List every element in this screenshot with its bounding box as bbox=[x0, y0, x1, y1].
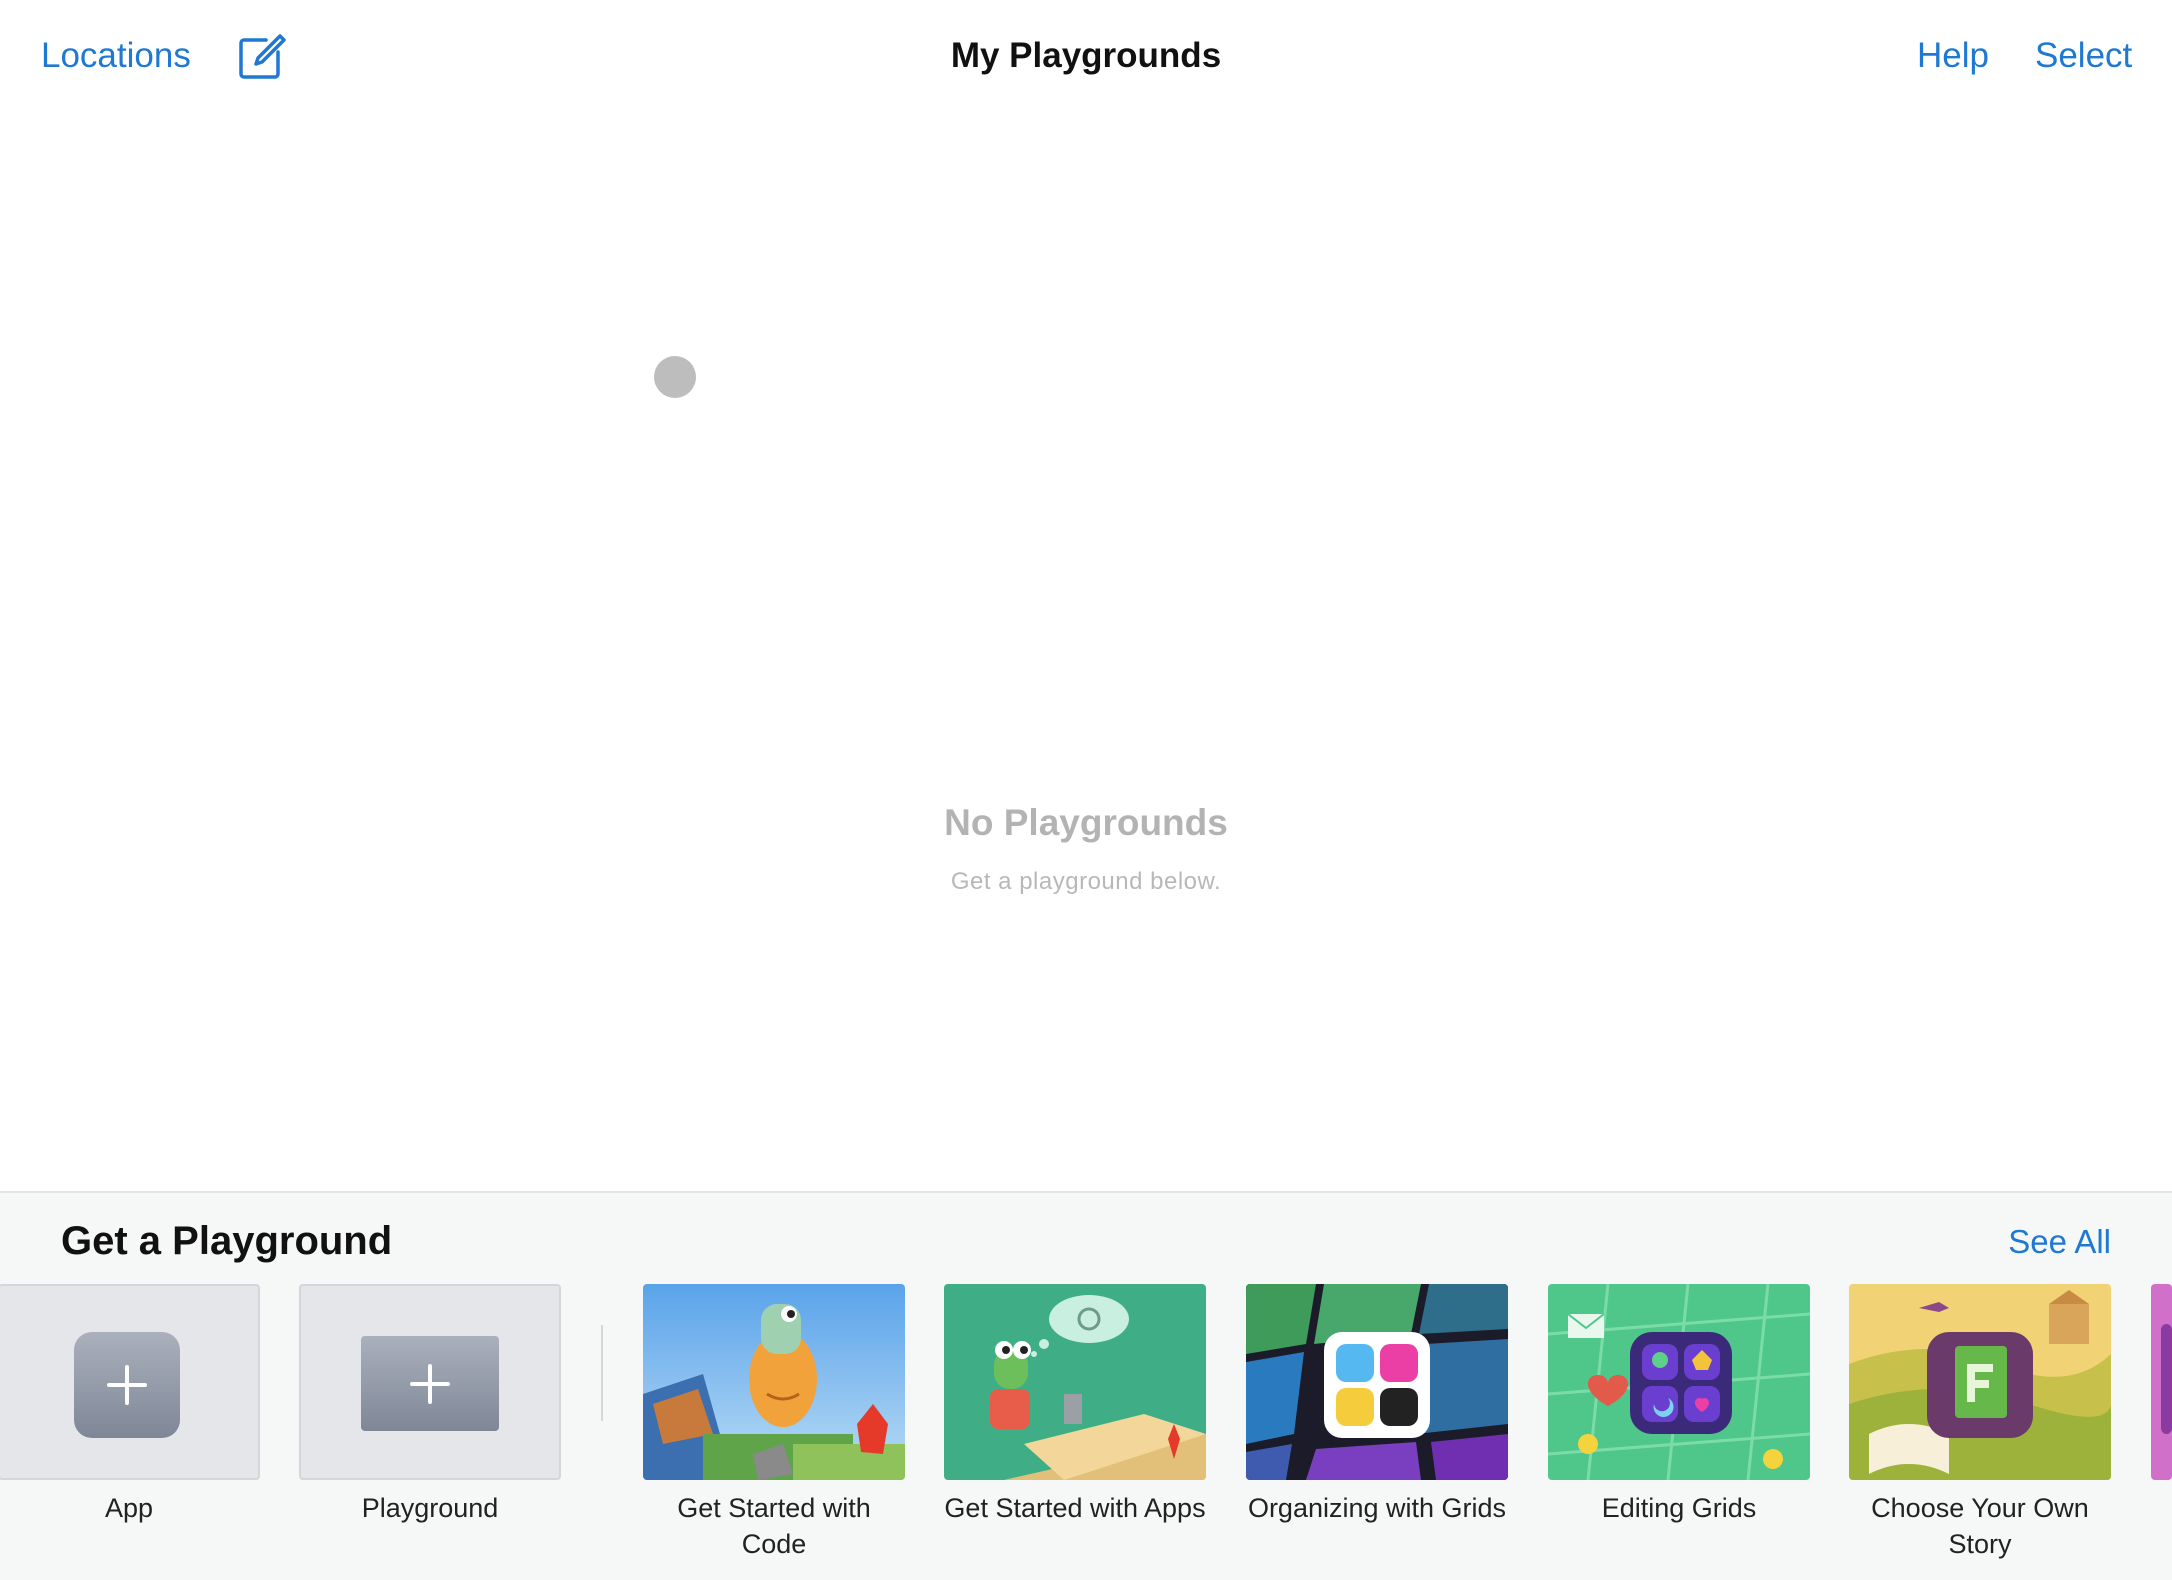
story-book-thumbnail bbox=[1849, 1284, 2111, 1480]
see-all-button[interactable]: See All bbox=[2008, 1223, 2111, 1261]
shelf-divider bbox=[601, 1325, 603, 1421]
empty-state-subtitle: Get a playground below. bbox=[950, 868, 1222, 895]
app-thumbnail bbox=[0, 1284, 260, 1480]
plus-icon bbox=[361, 1336, 499, 1431]
page-title: My Playgrounds bbox=[950, 36, 1222, 75]
code-character-thumbnail bbox=[643, 1284, 905, 1480]
shelf-title: Get a Playground bbox=[61, 1219, 393, 1263]
empty-state-title: No Playgrounds bbox=[944, 802, 1228, 843]
playground-thumbnail bbox=[299, 1284, 561, 1480]
editing-grids-thumbnail bbox=[1548, 1284, 1810, 1480]
next-thumbnail bbox=[2151, 1284, 2172, 1480]
template-editing-grids[interactable]: Editing Grids bbox=[1548, 1284, 1810, 1526]
select-button[interactable]: Select bbox=[2035, 34, 2132, 78]
get-a-playground-shelf: Get a Playground See All App Playground bbox=[0, 1191, 2172, 1580]
template-label: Choose Your Own Story bbox=[1871, 1493, 2089, 1559]
template-label: Editing Grids bbox=[1601, 1493, 1757, 1523]
template-label: Organizing with Grids bbox=[1247, 1493, 1507, 1523]
template-label: App bbox=[104, 1493, 154, 1523]
navigation-bar: Locations My Playgrounds Help Select bbox=[0, 0, 2172, 115]
template-label: Get Started with Code bbox=[677, 1493, 871, 1559]
template-get-started-with-code[interactable]: Get Started with Code bbox=[643, 1284, 905, 1562]
touch-indicator bbox=[654, 356, 696, 398]
template-label: Playground bbox=[361, 1493, 499, 1523]
template-next-partial[interactable] bbox=[2151, 1284, 2172, 1480]
plus-icon bbox=[74, 1332, 180, 1438]
template-app[interactable]: App bbox=[0, 1284, 260, 1526]
help-button[interactable]: Help bbox=[1917, 34, 1989, 78]
template-get-started-with-apps[interactable]: Get Started with Apps bbox=[944, 1284, 1206, 1526]
template-organizing-with-grids[interactable]: Organizing with Grids bbox=[1246, 1284, 1508, 1526]
template-playground[interactable]: Playground bbox=[299, 1284, 561, 1526]
apps-character-thumbnail bbox=[944, 1284, 1206, 1480]
template-label: Get Started with Apps bbox=[944, 1493, 1206, 1523]
organizing-grids-thumbnail bbox=[1246, 1284, 1508, 1480]
template-choose-your-own-story[interactable]: Choose Your Own Story bbox=[1849, 1284, 2111, 1562]
